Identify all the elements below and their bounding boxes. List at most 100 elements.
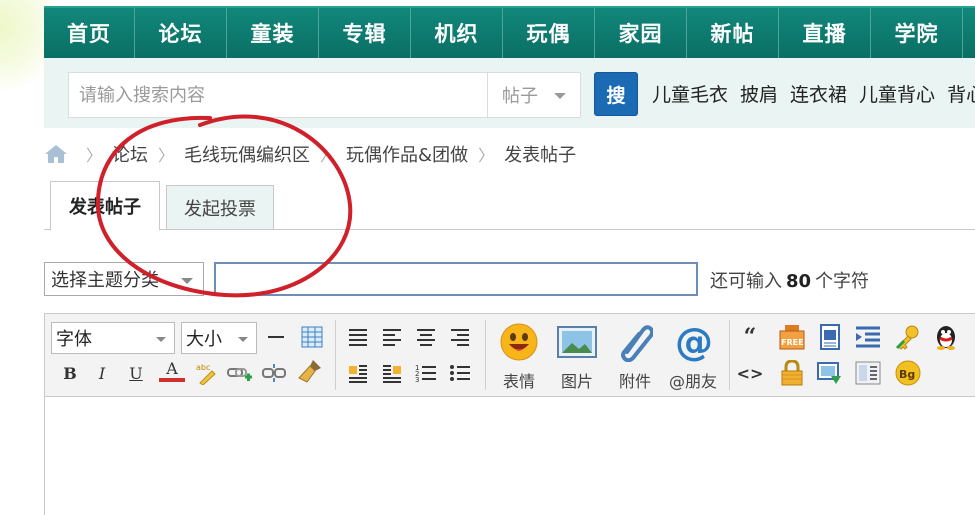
image-label: 图片 <box>560 372 593 391</box>
breadcrumb-separator: 〉 <box>158 146 175 165</box>
svg-text:@: @ <box>675 322 713 362</box>
chevron-down-icon <box>554 93 566 99</box>
align-right-button[interactable] <box>447 324 473 350</box>
breadcrumb-item-forum[interactable]: 论坛 <box>112 141 148 167</box>
search-button[interactable]: 搜 <box>594 72 638 116</box>
search-scope-select[interactable]: 帖子 <box>487 72 581 118</box>
insert-media-button[interactable] <box>817 360 843 386</box>
emoji-button[interactable]: 表情 <box>491 322 547 392</box>
remaining-count: 80 <box>786 271 812 292</box>
nav-item-home[interactable]: 首页 <box>44 8 135 58</box>
svg-text:3: 3 <box>415 376 419 383</box>
image-button[interactable]: 图片 <box>549 322 605 392</box>
word-paste-button[interactable] <box>817 324 843 350</box>
paperclip-icon <box>621 325 653 362</box>
background-icon-text: Bg <box>899 368 915 381</box>
nav-item-albums[interactable]: 专辑 <box>319 8 411 58</box>
unlink-button[interactable] <box>261 360 287 386</box>
code-button[interactable]: <> <box>737 360 764 386</box>
underline-button[interactable]: U <box>123 360 149 386</box>
mention-button[interactable]: @ @朋友 <box>665 322 721 392</box>
nav-item-dolls[interactable]: 玩偶 <box>503 8 595 58</box>
hot-word-link[interactable]: 儿童背心 <box>859 80 935 107</box>
attachment-button[interactable]: 附件 <box>607 322 663 392</box>
breadcrumb-separator: 〉 <box>86 146 103 165</box>
align-center-button[interactable] <box>413 324 439 350</box>
nav-item-home-space[interactable]: 家园 <box>595 8 687 58</box>
align-right-icon <box>451 329 469 346</box>
unlink-icon <box>262 364 286 382</box>
bold-button[interactable]: B <box>57 360 83 386</box>
smiley-icon <box>500 323 538 361</box>
ordered-list-icon: 1 2 3 <box>415 364 436 383</box>
remaining-prefix: 还可输入 <box>710 271 782 292</box>
free-button[interactable]: FREE <box>779 324 805 350</box>
indent-button[interactable] <box>855 324 881 350</box>
hot-word-link[interactable]: 背心 <box>947 80 975 107</box>
nav-item-machine-knit[interactable]: 机织 <box>411 8 503 58</box>
ordered-list-button[interactable]: 1 2 3 <box>413 360 439 386</box>
indent-icon <box>856 326 880 348</box>
qq-button[interactable] <box>933 324 959 350</box>
italic-button[interactable]: I <box>89 360 115 386</box>
nav-item-academy[interactable]: 学院 <box>871 8 963 58</box>
nav-item-kids[interactable]: 童装 <box>227 8 319 58</box>
float-right-button[interactable] <box>379 360 405 386</box>
breadcrumb-item-section[interactable]: 毛线玩偶编织区 <box>184 141 310 167</box>
background-color-icon: Bg <box>895 360 921 386</box>
hide-content-button[interactable] <box>779 360 805 386</box>
align-left-button[interactable] <box>379 324 405 350</box>
font-color-button[interactable]: A <box>159 358 185 382</box>
search-bar: 帖子 搜 儿童毛衣 披肩 连衣裙 儿童背心 背心 <box>44 58 975 128</box>
font-family-select[interactable]: 字体 <box>51 322 175 354</box>
subject-input[interactable] <box>214 262 698 296</box>
link-button[interactable] <box>227 360 253 386</box>
topic-type-select[interactable]: 选择主题分类 <box>44 262 204 296</box>
font-size-select[interactable]: 大小 <box>181 322 257 354</box>
hot-word-link[interactable]: 披肩 <box>740 80 778 107</box>
clear-format-button[interactable] <box>297 358 323 384</box>
unordered-list-button[interactable] <box>447 360 473 386</box>
font-size-label: 大小 <box>186 329 222 350</box>
tab-new-post[interactable]: 发表帖子 <box>50 181 160 231</box>
float-left-button[interactable] <box>345 360 371 386</box>
align-justify-button[interactable] <box>345 324 371 350</box>
nav-item-new-posts[interactable]: 新帖 <box>687 8 779 58</box>
nav-item-live[interactable]: 直播 <box>779 8 871 58</box>
breadcrumb-item-subsection[interactable]: 玩偶作品&团做 <box>346 141 468 167</box>
home-icon[interactable] <box>44 144 68 164</box>
table-icon <box>301 326 323 348</box>
free-icon-text: FREE <box>781 338 804 347</box>
chevron-down-icon <box>238 337 248 342</box>
nav-item-forum[interactable]: 论坛 <box>135 8 227 58</box>
remaining-chars: 还可输入 80 个字符 <box>710 267 869 293</box>
key-icon <box>895 325 919 350</box>
align-left-icon <box>383 329 401 346</box>
horizontal-rule-icon <box>268 336 284 338</box>
background-button[interactable]: Bg <box>895 360 921 386</box>
lock-icon <box>781 360 803 386</box>
horizontal-rule-button[interactable] <box>263 324 289 350</box>
layout-button[interactable] <box>855 360 881 386</box>
hot-word-link[interactable]: 连衣裙 <box>790 80 847 107</box>
tab-new-poll[interactable]: 发起投票 <box>166 185 274 229</box>
post-type-tabs: 发表帖子 发起投票 <box>44 181 975 231</box>
top-nav: 首页 论坛 童装 专辑 机织 玩偶 家园 新帖 直播 学院 <box>44 6 975 58</box>
word-doc-icon <box>820 324 840 350</box>
at-sign-icon: @ <box>675 322 713 362</box>
post-editor: 字体 大小 B I U A abc 1 2 3 表情 图片 附件 @ @朋友 “… <box>44 313 975 515</box>
key-button[interactable] <box>895 324 921 350</box>
editor-text-area[interactable] <box>45 398 975 515</box>
attachment-label: 附件 <box>618 372 651 391</box>
spellcheck-button[interactable]: abc <box>193 360 219 386</box>
hot-words: 儿童毛衣 披肩 连衣裙 儿童背心 背心 <box>652 80 975 107</box>
topic-type-label: 选择主题分类 <box>51 270 159 291</box>
hot-word-link[interactable]: 儿童毛衣 <box>652 80 728 107</box>
table-button[interactable] <box>299 324 325 350</box>
toolbar-divider <box>729 320 730 390</box>
float-left-icon <box>349 365 367 383</box>
quote-button[interactable]: “ <box>737 324 763 350</box>
emoji-label: 表情 <box>502 372 535 391</box>
remaining-suffix: 个字符 <box>815 271 870 292</box>
search-input[interactable] <box>68 72 488 118</box>
